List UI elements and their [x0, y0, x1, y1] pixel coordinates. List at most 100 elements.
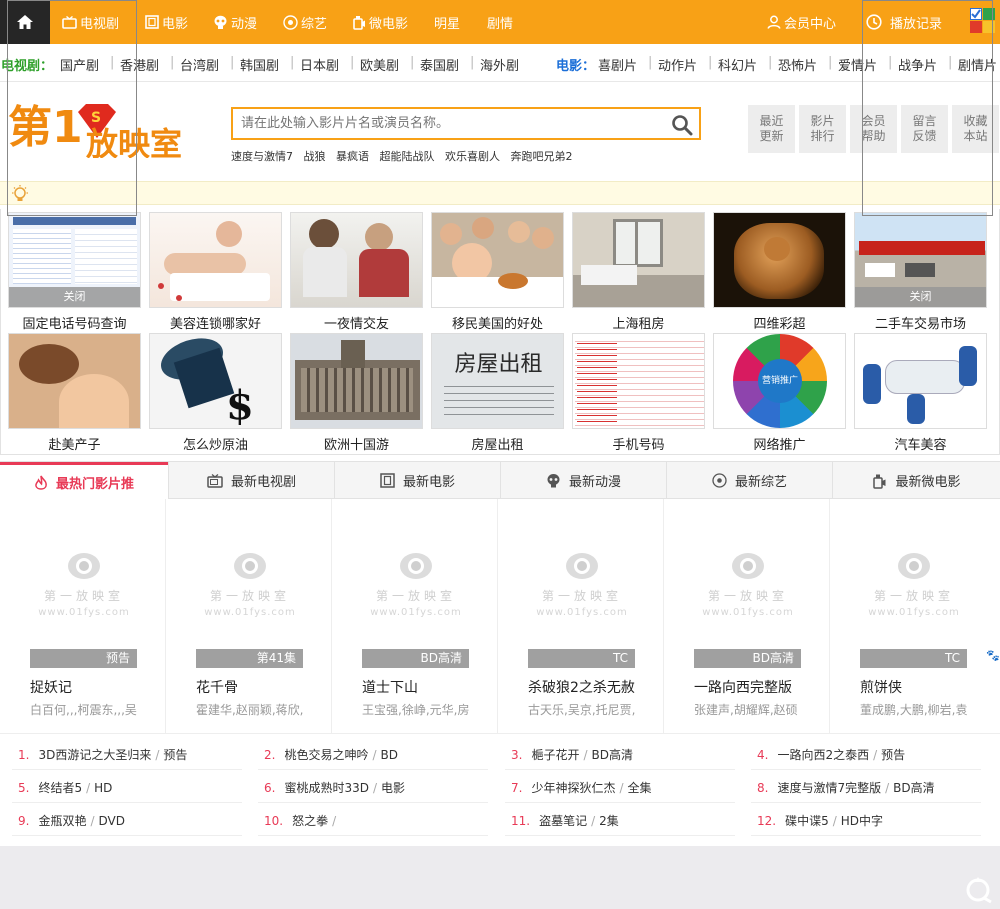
rank-title[interactable]: 终结者5 [38, 781, 82, 795]
logo-main-text: 放映室 [86, 125, 182, 158]
hot-word-link[interactable]: 超能陆战队 [380, 150, 435, 163]
nav-tv[interactable]: 电视剧 [62, 0, 119, 44]
hot-word-link[interactable]: 速度与激情7 [231, 150, 293, 163]
rank-title[interactable]: 盗墓笔记 [539, 814, 587, 828]
rank-title[interactable]: 3D西游记之大圣归来 [38, 748, 151, 762]
movie-card[interactable]: 第一放映室 www.01fys.com BD高清 道士下山 王宝强,徐峥,元华,… [332, 499, 498, 734]
watermark-url: www.01fys.com [536, 607, 628, 618]
ranking-item[interactable]: 7. 少年神探狄仁杰 / 全集 [505, 772, 735, 803]
movie-link[interactable]: 科幻片 [718, 55, 757, 74]
tv-link[interactable]: 台湾剧 [180, 55, 219, 74]
ranking-item[interactable]: 11. 盗墓笔记 /2集 [505, 805, 735, 836]
search-icon[interactable] [671, 114, 693, 136]
hot-word-link[interactable]: 欢乐喜剧人 [445, 150, 500, 163]
rank-number: 4. [757, 748, 769, 762]
tab-label: 最新动漫 [568, 475, 621, 490]
bookmark-site-button[interactable]: 收藏 本站 [952, 105, 999, 153]
ranking-item[interactable]: 3. 梔子花开 / BD高清 [505, 739, 735, 770]
tv-link[interactable]: 国产剧 [60, 55, 99, 74]
ranking-item[interactable]: 10. 怒之拳 / [258, 805, 488, 836]
movie-title[interactable]: 道士下山 [362, 677, 418, 697]
movie-card[interactable]: 第一放映室 www.01fys.com TC 煎饼侠 董成鹏,大鹏,柳岩,袁 [830, 499, 1000, 734]
movie-card[interactable]: 第一放映室 www.01fys.com TC 杀破狼2之杀无赦 古天乐,吴京,托… [498, 499, 664, 734]
movie-card[interactable]: 第一放映室 www.01fys.com 预告 捉妖记 白百何,,,柯震东,,,吴 [0, 499, 166, 734]
color-tiles-icon[interactable] [967, 6, 997, 36]
rank-title[interactable]: 碟中谍5 [785, 814, 829, 828]
ad-close-button[interactable]: 关闭 [9, 287, 140, 307]
rank-title[interactable]: 怒之拳 [292, 814, 328, 828]
movie-card[interactable]: 第一放映室 www.01fys.com 第41集 花千骨 霍建华,赵丽颖,蒋欣, [166, 499, 332, 734]
tab-latest-micro-film[interactable]: 最新微电影 [832, 462, 1000, 499]
tab-latest-variety[interactable]: 最新综艺 [666, 462, 832, 499]
nav-movie-label: 电影 [162, 16, 189, 32]
rank-title[interactable]: 桃色交易之呻吟 [284, 748, 368, 762]
tab-latest-movies[interactable]: 最新电影 [334, 462, 500, 499]
nav-stars[interactable]: 明星 [434, 0, 460, 44]
movie-link[interactable]: 战争片 [898, 55, 937, 74]
site-logo[interactable]: 第1 S 放映室 [8, 96, 196, 163]
family-dinner-photo [431, 212, 564, 308]
member-help-button[interactable]: 会员 帮助 [850, 105, 897, 153]
movie-title[interactable]: 捉妖记 [30, 677, 72, 697]
rank-title[interactable]: 蜜桃成熟时33D [284, 781, 369, 795]
tab-latest-anime[interactable]: 最新动漫 [500, 462, 666, 499]
home-button[interactable] [0, 0, 50, 44]
tab-hot-movies[interactable]: 最热门影片推 [0, 462, 168, 500]
movie-channel-label-text: 电影 [556, 59, 583, 74]
rank-title[interactable]: 一路向西2之泰西 [777, 748, 869, 762]
tv-link[interactable]: 欧美剧 [360, 55, 399, 74]
movie-card[interactable]: 第一放映室 www.01fys.com BD高清 一路向西完整版 张建声,胡耀辉… [664, 499, 830, 734]
ranking-item[interactable]: 6. 蜜桃成熟时33D / 电影 [258, 772, 488, 803]
tab-label: 最新电影 [402, 475, 455, 490]
nav-micro-film[interactable]: 微电影 [352, 0, 408, 44]
ranking-item[interactable]: 2. 桃色交易之呻吟 / BD [258, 739, 488, 770]
movie-link[interactable]: 喜剧片 [598, 55, 637, 74]
tv-link[interactable]: 日本剧 [300, 55, 339, 74]
rank-number: 8. [757, 781, 769, 795]
movie-link[interactable]: 动作片 [658, 55, 697, 74]
movie-title[interactable]: 花千骨 [196, 677, 238, 697]
feedback-button[interactable]: 留言 反馈 [901, 105, 948, 153]
ranking-item[interactable]: 5. 终结者5 /HD [12, 772, 242, 803]
ranking-item[interactable]: 12. 碟中谍5/HD中字 [751, 805, 981, 836]
ranking-item[interactable]: 8. 速度与激情7完整版 / BD高清 [751, 772, 981, 803]
channel-row: 电视剧： 国产剧 | 香港剧 | 台湾剧 | 韩国剧 | 日本剧 | 欧美剧 |… [0, 44, 1000, 82]
ad-caption: 汽车美容 [894, 438, 947, 453]
phone-number-table [572, 333, 705, 429]
member-center-link[interactable]: 会员中心 [767, 0, 836, 44]
ad-close-button[interactable]: 关闭 [855, 287, 986, 307]
tv-link[interactable]: 海外剧 [480, 55, 519, 74]
hot-word-link[interactable]: 战狼 [304, 150, 326, 163]
recent-updates-button[interactable]: 最近 更新 [748, 105, 795, 153]
search-input[interactable] [241, 112, 661, 135]
rank-title[interactable]: 少年神探狄仁杰 [531, 781, 615, 795]
movie-link[interactable]: 爱情片 [838, 55, 877, 74]
rank-number: 10. [264, 814, 284, 828]
ranking-item[interactable]: 4. 一路向西2之泰西 / 预告 [751, 739, 981, 770]
separator: | [888, 55, 893, 70]
ranking-item[interactable]: 1. 3D西游记之大圣归来 / 预告 [12, 739, 242, 770]
movie-title[interactable]: 一路向西完整版 [694, 677, 792, 697]
tv-link[interactable]: 泰国剧 [420, 55, 459, 74]
nav-drama[interactable]: 剧情 [487, 0, 513, 44]
nav-variety[interactable]: 综艺 [283, 0, 327, 44]
tv-link[interactable]: 韩国剧 [240, 55, 279, 74]
nav-anime[interactable]: 动漫 [213, 0, 257, 44]
tv-channel-label-text: 电视剧 [1, 59, 41, 74]
movie-link[interactable]: 恐怖片 [778, 55, 817, 74]
movie-title[interactable]: 煎饼侠 [860, 677, 902, 697]
rank-title[interactable]: 梔子花开 [531, 748, 579, 762]
movie-ranking-button[interactable]: 影片 排行 [799, 105, 846, 153]
rank-title[interactable]: 速度与激情7完整版 [777, 781, 881, 795]
rank-title[interactable]: 金瓶双艳 [38, 814, 86, 828]
ranking-item[interactable]: 9. 金瓶双艳 / DVD [12, 805, 242, 836]
hot-word-link[interactable]: 暴疯语 [336, 150, 369, 163]
movie-title[interactable]: 杀破狼2之杀无赦 [528, 677, 635, 697]
nav-movie[interactable]: 电影 [145, 0, 188, 44]
tv-link[interactable]: 香港剧 [120, 55, 159, 74]
nav-variety-label: 综艺 [301, 16, 328, 32]
movie-link[interactable]: 剧情片 [958, 55, 997, 74]
hot-word-link[interactable]: 奔跑吧兄弟2 [511, 150, 573, 163]
tab-latest-tv[interactable]: 最新电视剧 [168, 462, 334, 499]
play-history-button[interactable]: 播放记录 [866, 0, 942, 44]
